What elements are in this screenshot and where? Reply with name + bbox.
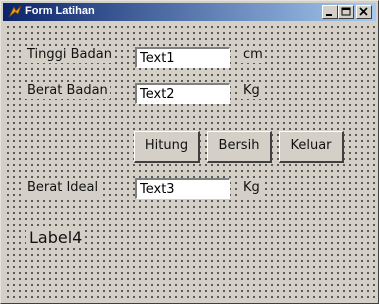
- close-button[interactable]: [356, 5, 372, 19]
- tinggi-badan-label: Tinggi Badan: [25, 47, 114, 63]
- title-bar[interactable]: Form Latihan: [3, 3, 376, 21]
- tinggi-badan-input[interactable]: Text1: [135, 47, 230, 68]
- app-icon: [8, 5, 22, 18]
- keluar-button[interactable]: Keluar: [279, 131, 344, 163]
- kg-unit-label-1: Kg: [241, 83, 262, 99]
- maximize-button[interactable]: [338, 5, 354, 19]
- berat-badan-input[interactable]: Text2: [135, 83, 230, 104]
- bersih-button[interactable]: Bersih: [207, 131, 272, 163]
- maximize-icon: [341, 7, 351, 16]
- cm-unit-label: cm: [241, 47, 265, 63]
- close-icon: [359, 7, 368, 16]
- form-client-area: Tinggi Badan Text1 cm Berat Badan Text2 …: [4, 23, 375, 301]
- minimize-button[interactable]: [322, 5, 338, 19]
- kg-unit-label-2: Kg: [241, 180, 262, 196]
- hitung-button[interactable]: Hitung: [134, 131, 200, 163]
- berat-ideal-label: Berat Ideal: [25, 180, 101, 196]
- berat-badan-label: Berat Badan: [25, 83, 110, 99]
- result-label: Label4: [26, 228, 86, 248]
- minimize-icon: [326, 14, 332, 16]
- window-title: Form Latihan: [25, 5, 95, 17]
- berat-ideal-input[interactable]: Text3: [135, 178, 230, 199]
- form-window: Form Latihan Tinggi Badan Text1 cm Berat…: [0, 0, 379, 304]
